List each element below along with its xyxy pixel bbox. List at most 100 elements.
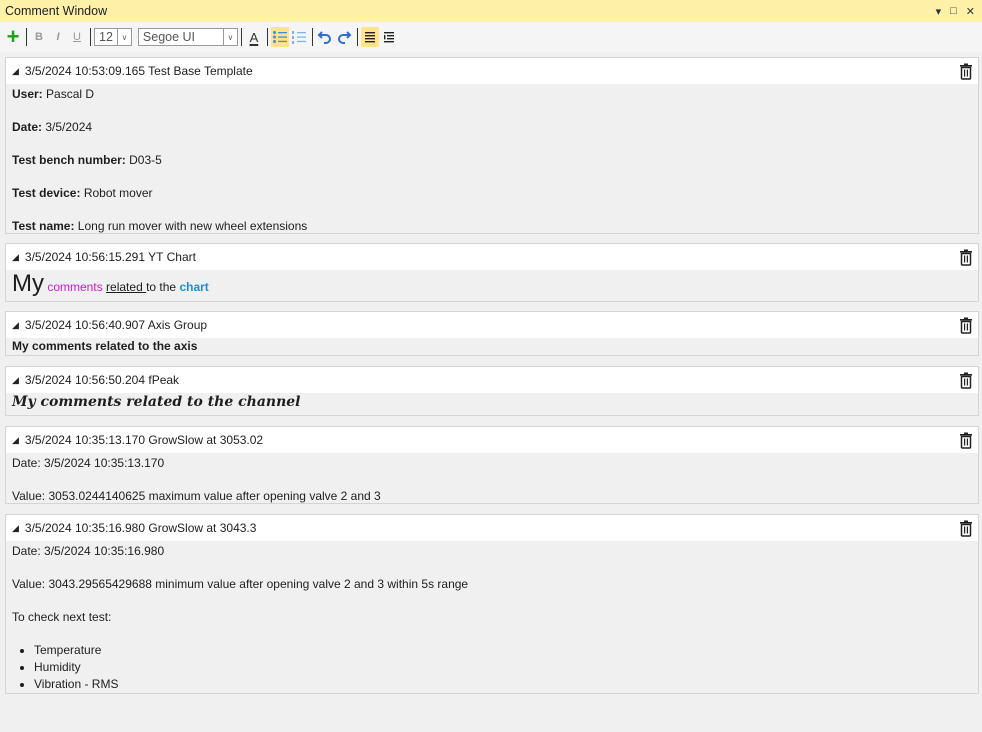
separator (266, 28, 268, 46)
comment-header[interactable]: ◢ 3/5/2024 10:56:50.204 fPeak (6, 367, 978, 393)
separator (26, 28, 27, 46)
large-text: My (12, 270, 44, 297)
field-label: Test bench number: (12, 153, 126, 167)
separator (356, 28, 358, 46)
field-label: User: (12, 87, 43, 101)
field-line: Date: 3/5/2024 (12, 119, 972, 136)
separator (90, 28, 91, 46)
rich-text-line: My comments related to the chart (12, 270, 972, 301)
field-label: Test device: (12, 186, 81, 200)
list-item: Vibration - RMS (34, 676, 972, 693)
italic-button[interactable]: I (49, 27, 67, 47)
comment-header-label: 3/5/2024 10:35:16.980 GrowSlow at 3043.3 (24, 521, 257, 535)
comment-panel: ◢ 3/5/2024 10:56:15.291 YT Chart My comm… (5, 243, 979, 302)
font-family-select[interactable]: Segoe UI ∨ (137, 28, 238, 46)
comment-header[interactable]: ◢ 3/5/2024 10:53:09.165 Test Base Templa… (6, 58, 978, 84)
indent-button[interactable] (380, 27, 398, 47)
field-label: Test name: (12, 219, 75, 233)
font-color-button[interactable]: A (245, 27, 263, 47)
comment-line: Date: 3/5/2024 10:35:13.170 (12, 456, 165, 470)
comment-header[interactable]: ◢ 3/5/2024 10:35:16.980 GrowSlow at 3043… (6, 515, 978, 541)
underline-button[interactable]: U (68, 27, 86, 47)
comment-header-label: 3/5/2024 10:35:13.170 GrowSlow at 3053.0… (24, 433, 264, 447)
list-item: Humidity (34, 659, 972, 676)
redo-button[interactable] (335, 27, 353, 47)
comment-header-label: 3/5/2024 10:56:40.907 Axis Group (24, 318, 208, 332)
trash-icon[interactable] (958, 372, 974, 389)
collapse-triangle-icon[interactable]: ◢ (12, 523, 19, 534)
comment-body[interactable]: My comments related to the chart (6, 270, 978, 301)
comment-panel: ◢ 3/5/2024 10:56:50.204 fPeak My comment… (5, 366, 979, 416)
underlined-text: related (106, 280, 147, 294)
comment-body[interactable]: Date: 3/5/2024 10:35:16.980 Value: 3043.… (6, 541, 978, 693)
chevron-down-icon: ∨ (222, 29, 237, 45)
numbered-list-button[interactable] (290, 27, 308, 47)
collapse-triangle-icon[interactable]: ◢ (12, 252, 19, 263)
collapse-triangle-icon[interactable]: ◢ (12, 375, 19, 386)
comment-body[interactable]: My comments related to the channel (6, 393, 978, 415)
comment-line: Value: 3053.0244140625 maximum value aft… (12, 489, 381, 503)
comment-text: My comments related to the channel (12, 394, 301, 410)
comment-text: My comments related to the axis (12, 339, 198, 353)
undo-icon (317, 31, 331, 44)
close-button[interactable]: ✕ (966, 5, 975, 18)
comment-header-label: 3/5/2024 10:56:50.204 fPeak (24, 373, 180, 387)
window-menu-button[interactable]: ▾ (936, 5, 942, 18)
comment-body[interactable]: My comments related to the axis (6, 338, 978, 355)
indent-icon (383, 32, 394, 43)
comment-body[interactable]: Date: 3/5/2024 10:35:13.170 Value: 3053.… (6, 453, 978, 503)
comment-panel: ◢ 3/5/2024 10:53:09.165 Test Base Templa… (5, 57, 979, 234)
comment-line: Value: 3043.29565429688 minimum value af… (12, 577, 469, 591)
field-value: D03-5 (125, 153, 162, 167)
bold-button[interactable]: B (30, 27, 48, 47)
comment-line: Date: 3/5/2024 10:35:16.980 (12, 544, 165, 558)
comment-header-label: 3/5/2024 10:53:09.165 Test Base Template (24, 64, 253, 78)
plain-text: to the (146, 280, 180, 294)
blue-bold-text: chart (179, 280, 209, 294)
bullet-list: Temperature Humidity Vibration - RMS (12, 642, 972, 693)
collapse-triangle-icon[interactable]: ◢ (12, 320, 19, 331)
collapse-triangle-icon[interactable]: ◢ (12, 435, 19, 446)
field-value: Long run mover with new wheel extensions (74, 219, 308, 233)
separator (240, 28, 242, 46)
font-size-select[interactable]: 12 ∨ (94, 28, 132, 46)
align-justify-button[interactable] (360, 27, 379, 47)
comment-header[interactable]: ◢ 3/5/2024 10:35:13.170 GrowSlow at 3053… (6, 427, 978, 453)
field-value: 3/5/2024 (42, 120, 93, 134)
comment-panel: ◢ 3/5/2024 10:35:16.980 GrowSlow at 3043… (5, 514, 979, 694)
toolbar: + B I U 12 ∨ Segoe UI ∨ A (0, 22, 982, 52)
field-line: User: Pascal D (12, 86, 972, 103)
comment-panel: ◢ 3/5/2024 10:35:13.170 GrowSlow at 3053… (5, 426, 979, 504)
field-value: Pascal D (42, 87, 95, 101)
comment-header[interactable]: ◢ 3/5/2024 10:56:15.291 YT Chart (6, 244, 978, 270)
title-bar: Comment Window ▾ □ ✕ (0, 0, 982, 22)
restore-button[interactable]: □ (950, 5, 957, 17)
comment-body[interactable]: User: Pascal D Date: 3/5/2024 Test bench… (6, 84, 978, 233)
field-line: Test bench number: D03-5 (12, 152, 972, 169)
collapse-triangle-icon[interactable]: ◢ (12, 66, 19, 77)
field-line: Test device: Robot mover (12, 185, 972, 202)
add-comment-button[interactable]: + (4, 26, 22, 48)
trash-icon[interactable] (958, 63, 974, 80)
font-family-value: Segoe UI (142, 30, 196, 44)
trash-icon[interactable] (958, 432, 974, 449)
magenta-text: comments (47, 280, 103, 294)
comment-header[interactable]: ◢ 3/5/2024 10:56:40.907 Axis Group (6, 312, 978, 338)
bullet-list-icon (272, 31, 287, 43)
numbered-list-icon (291, 31, 306, 44)
undo-button[interactable] (316, 27, 334, 47)
trash-icon[interactable] (958, 249, 974, 266)
bullet-list-button[interactable] (270, 27, 289, 47)
trash-icon[interactable] (958, 520, 974, 537)
field-value: Robot mover (80, 186, 153, 200)
field-label: Date: (12, 120, 43, 134)
list-item: Temperature (34, 642, 972, 659)
field-line: Test name: Long run mover with new wheel… (12, 218, 972, 235)
window-title: Comment Window (5, 4, 108, 18)
trash-icon[interactable] (958, 317, 974, 334)
comment-header-label: 3/5/2024 10:56:15.291 YT Chart (24, 250, 196, 264)
separator (311, 28, 313, 46)
chevron-down-icon: ∨ (116, 29, 131, 45)
comment-line: To check next test: (12, 610, 112, 624)
align-justify-icon (364, 32, 375, 43)
